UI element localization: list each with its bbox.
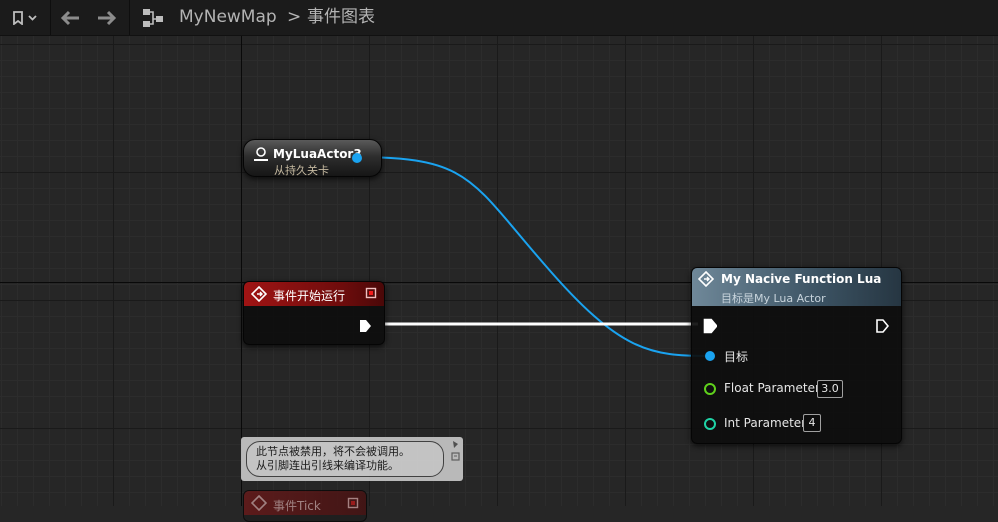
event-diamond-icon bbox=[251, 286, 267, 302]
exec-output-pin[interactable] bbox=[358, 318, 372, 334]
function-icon bbox=[698, 271, 714, 287]
exec-input-pin[interactable] bbox=[703, 318, 717, 334]
level-actor-icon bbox=[254, 147, 268, 161]
int-pin-label: Int Parameter bbox=[724, 416, 807, 430]
delegate-pin-icon[interactable] bbox=[365, 287, 377, 299]
graph-icon bbox=[140, 4, 166, 31]
comment-line-1: 此节点被禁用，将不会被调用。 bbox=[256, 445, 410, 458]
breadcrumb-map[interactable]: MyNewMap bbox=[179, 5, 277, 29]
variable-node[interactable]: MyLuaActor3 从持久关卡 bbox=[243, 139, 382, 177]
toolbar: MyNewMap > 事件图表 bbox=[0, 0, 998, 36]
float-input-pin[interactable] bbox=[703, 382, 717, 396]
bookmark-icon bbox=[13, 10, 37, 25]
function-call-node[interactable]: My Nacive Function Lua 目标是My Lua Actor 目… bbox=[691, 267, 902, 444]
delegate-pin-icon[interactable] bbox=[347, 497, 359, 509]
exec-output-pin[interactable] bbox=[875, 318, 889, 334]
variable-node-title: MyLuaActor3 bbox=[273, 147, 362, 161]
arrow-right-icon bbox=[98, 10, 117, 25]
event-diamond-icon bbox=[251, 495, 267, 511]
event-tick-node[interactable]: 事件Tick bbox=[243, 490, 367, 522]
variable-node-subtitle: 从持久关卡 bbox=[274, 164, 329, 177]
breadcrumb-separator: > bbox=[287, 7, 302, 27]
function-node-subtitle: 目标是My Lua Actor bbox=[721, 292, 826, 305]
float-pin-label: Float Parameter bbox=[724, 381, 820, 395]
comment-bubble: 此节点被禁用，将不会被调用。 从引脚连出引线来编译功能。 bbox=[246, 441, 444, 477]
function-node-title: My Nacive Function Lua bbox=[721, 272, 882, 286]
toolbar-divider bbox=[50, 0, 51, 35]
event-node-header: 事件开始运行 bbox=[244, 282, 384, 306]
object-output-pin[interactable] bbox=[350, 151, 364, 165]
target-pin-label: 目标 bbox=[724, 350, 749, 364]
back-button[interactable] bbox=[56, 4, 84, 31]
tick-node-header: 事件Tick bbox=[244, 491, 366, 515]
float-value-field[interactable]: 3.0 bbox=[817, 380, 843, 398]
event-begin-play-node[interactable]: 事件开始运行 bbox=[243, 281, 385, 345]
function-node-header: My Nacive Function Lua 目标是My Lua Actor bbox=[692, 268, 901, 306]
disabled-node-comment[interactable]: 此节点被禁用，将不会被调用。 从引脚连出引线来编译功能。 bbox=[241, 437, 463, 481]
object-wire[interactable] bbox=[355, 156, 711, 357]
breadcrumb-graph[interactable]: 事件图表 bbox=[307, 5, 375, 29]
event-node-title: 事件开始运行 bbox=[273, 289, 346, 303]
toolbar-divider bbox=[129, 0, 130, 35]
int-input-pin[interactable] bbox=[703, 417, 717, 431]
int-value-field[interactable]: 4 bbox=[803, 414, 821, 432]
comment-line-2: 从引脚连出引线来编译功能。 bbox=[256, 459, 399, 472]
pin-icon[interactable] bbox=[449, 439, 461, 463]
target-input-pin[interactable] bbox=[703, 349, 717, 363]
bookmark-button[interactable] bbox=[6, 4, 44, 31]
forward-button[interactable] bbox=[93, 4, 121, 31]
arrow-left-icon bbox=[60, 10, 79, 25]
